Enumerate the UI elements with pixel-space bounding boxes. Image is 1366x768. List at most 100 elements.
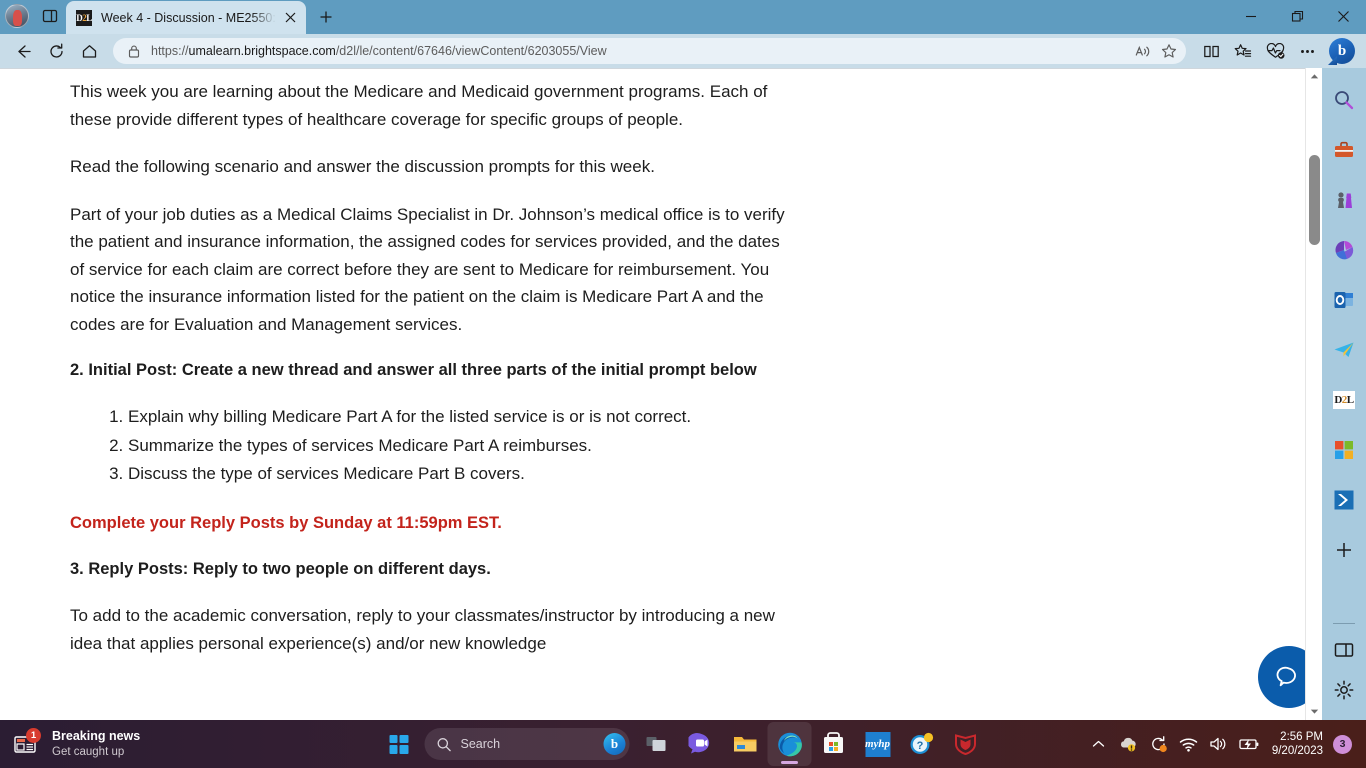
news-title: Breaking news bbox=[52, 729, 141, 743]
scrollbar-thumb[interactable] bbox=[1309, 155, 1320, 245]
tab-strip: D2L Week 4 - Discussion - ME2550: H bbox=[0, 0, 1366, 34]
url-text: https://umalearn.brightspace.com/d2l/le/… bbox=[151, 44, 607, 58]
close-window-button[interactable] bbox=[1320, 0, 1366, 32]
settings-and-more-button[interactable] bbox=[1292, 37, 1322, 65]
sidebar-item-microsoft-store[interactable] bbox=[1324, 430, 1364, 470]
sidebar-item-search[interactable] bbox=[1324, 80, 1364, 120]
copilot-button[interactable]: b bbox=[1326, 35, 1358, 67]
tray-update-button[interactable] bbox=[1146, 729, 1172, 759]
news-widget[interactable]: 1 Breaking news Get caught up bbox=[0, 720, 140, 768]
home-button[interactable] bbox=[74, 37, 104, 65]
collections-button[interactable] bbox=[1228, 37, 1258, 65]
list-item: Discuss the type of services Medicare Pa… bbox=[128, 460, 790, 488]
microsoft-edge-icon bbox=[777, 732, 802, 756]
browser-tab[interactable]: D2L Week 4 - Discussion - ME2550: H bbox=[66, 1, 306, 34]
news-subtitle: Get caught up bbox=[52, 745, 125, 758]
plus-icon bbox=[1337, 543, 1351, 557]
chevron-app-icon bbox=[1334, 490, 1354, 510]
myhp-icon: myhp bbox=[865, 731, 890, 757]
window-controls bbox=[1228, 0, 1366, 32]
news-text: Breaking news Get caught up bbox=[52, 729, 140, 759]
restore-button[interactable] bbox=[1274, 0, 1320, 32]
sidebar-item-games[interactable] bbox=[1324, 180, 1364, 220]
back-arrow-icon bbox=[17, 44, 31, 58]
tray-volume-button[interactable] bbox=[1206, 729, 1232, 759]
taskbar-app-task-view[interactable] bbox=[636, 722, 680, 766]
start-button[interactable] bbox=[379, 724, 419, 764]
refresh-button[interactable] bbox=[41, 37, 71, 65]
paragraph-reply-guidance: To add to the academic conversation, rep… bbox=[70, 606, 775, 653]
ellipsis-icon bbox=[1300, 49, 1314, 53]
sidebar-item-chevron-app[interactable] bbox=[1324, 480, 1364, 520]
taskbar-search[interactable]: Search b bbox=[424, 728, 630, 760]
site-info-button[interactable] bbox=[123, 40, 145, 62]
scroll-up-button[interactable] bbox=[1306, 68, 1323, 85]
navigation-toolbar: https://umalearn.brightspace.com/d2l/le/… bbox=[0, 34, 1366, 68]
list-item: Explain why billing Medicare Part A for … bbox=[128, 403, 790, 431]
sidebar-add-button[interactable] bbox=[1324, 530, 1364, 570]
help-icon: ? bbox=[910, 732, 934, 754]
split-pane-icon bbox=[1334, 643, 1354, 657]
restore-icon bbox=[1291, 10, 1303, 22]
sidebar-divider bbox=[1333, 623, 1355, 624]
sidebar-item-shopping[interactable] bbox=[1324, 130, 1364, 170]
split-screen-icon bbox=[1203, 45, 1219, 57]
chevron-up-icon bbox=[1310, 74, 1319, 79]
minimize-button[interactable] bbox=[1228, 0, 1274, 32]
star-icon bbox=[1161, 44, 1177, 58]
news-badge: 1 bbox=[26, 728, 41, 743]
shopping-icon bbox=[1335, 141, 1353, 157]
back-button[interactable] bbox=[8, 37, 38, 65]
telegram-icon bbox=[1334, 342, 1354, 357]
taskbar-app-mcafee[interactable] bbox=[944, 722, 988, 766]
bing-icon[interactable]: b bbox=[603, 733, 626, 755]
heartbeat-icon bbox=[1266, 42, 1284, 59]
plus-icon bbox=[320, 11, 332, 23]
page-scrollbar[interactable] bbox=[1305, 68, 1322, 720]
scroll-down-button[interactable] bbox=[1306, 703, 1323, 720]
system-tray: 2:56 PM 9/20/2023 3 bbox=[1084, 720, 1366, 768]
mcafee-icon bbox=[955, 734, 976, 756]
sidebar-item-d2l[interactable]: D2L bbox=[1324, 380, 1364, 420]
d2l-icon: D2L bbox=[1333, 391, 1355, 409]
split-screen-button[interactable] bbox=[1196, 37, 1226, 65]
read-aloud-button[interactable] bbox=[1130, 39, 1156, 63]
sidebar-item-telegram[interactable] bbox=[1324, 330, 1364, 370]
taskbar-app-microsoft-store[interactable] bbox=[812, 722, 856, 766]
close-tab-button[interactable] bbox=[280, 8, 300, 28]
show-hidden-icons-button[interactable] bbox=[1086, 729, 1112, 759]
tray-network-button[interactable] bbox=[1176, 729, 1202, 759]
tray-onedrive-button[interactable] bbox=[1116, 729, 1142, 759]
taskbar-center: Search b myhp ? bbox=[379, 720, 988, 768]
minimize-icon bbox=[1246, 15, 1256, 18]
svg-text:?: ? bbox=[917, 740, 924, 752]
windows-logo-icon bbox=[389, 734, 408, 754]
address-bar[interactable]: https://umalearn.brightspace.com/d2l/le/… bbox=[113, 38, 1186, 64]
gear-icon bbox=[1334, 680, 1354, 700]
heading-initial-post: 2. Initial Post: Create a new thread and… bbox=[70, 361, 757, 379]
taskbar-app-microsoft-edge[interactable] bbox=[767, 722, 812, 766]
d2l-favicon: D2L bbox=[76, 9, 92, 26]
sidebar-settings-button[interactable] bbox=[1324, 670, 1364, 710]
taskbar-app-file-explorer[interactable] bbox=[724, 722, 768, 766]
paragraph-read-scenario: Read the following scenario and answer t… bbox=[70, 157, 655, 176]
search-placeholder: Search bbox=[460, 737, 501, 751]
new-tab-button[interactable] bbox=[311, 2, 341, 32]
taskbar-app-help[interactable]: ? bbox=[900, 722, 944, 766]
notification-badge[interactable]: 3 bbox=[1333, 734, 1352, 754]
tab-actions-icon bbox=[42, 9, 58, 23]
add-favorite-button[interactable] bbox=[1156, 39, 1182, 63]
file-explorer-icon bbox=[734, 737, 757, 752]
paragraph-intro: This week you are learning about the Med… bbox=[70, 82, 768, 129]
clock[interactable]: 2:56 PM 9/20/2023 bbox=[1272, 730, 1323, 758]
tab-actions-menu-button[interactable] bbox=[34, 0, 66, 33]
sidebar-customize-button[interactable] bbox=[1324, 630, 1364, 670]
taskbar-app-chat[interactable] bbox=[680, 722, 724, 766]
browser-essentials-button[interactable] bbox=[1260, 37, 1290, 65]
sidebar-item-microsoft-365[interactable] bbox=[1324, 230, 1364, 270]
tray-battery-button[interactable] bbox=[1236, 729, 1262, 759]
taskbar-app-myhp[interactable]: myhp bbox=[856, 722, 900, 766]
sidebar-item-outlook[interactable] bbox=[1324, 280, 1364, 320]
profile-avatar-button[interactable] bbox=[0, 0, 34, 33]
lock-icon bbox=[128, 45, 140, 58]
